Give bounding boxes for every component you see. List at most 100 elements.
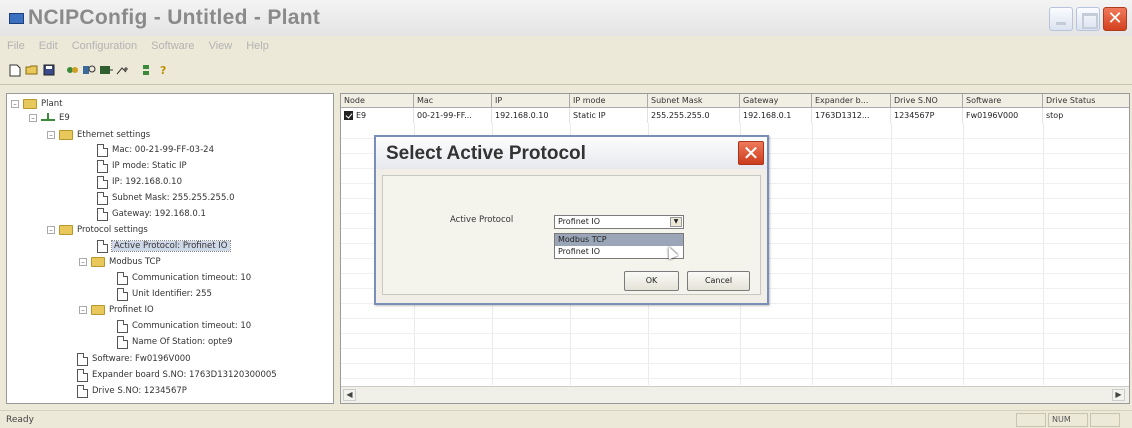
column-header[interactable]: IP [492,94,570,108]
tree-item-gateway[interactable]: Gateway: 192.168.0.1 [97,207,206,221]
collapse-icon[interactable]: – [47,131,55,139]
collapse-icon[interactable]: – [79,258,87,266]
tree-item-node[interactable]: – E9 [29,112,70,124]
tree-item-software[interactable]: Software: Fw0196V000 [77,352,191,366]
row-checkbox[interactable] [344,111,353,120]
status-text: Ready [6,415,34,425]
collapse-icon[interactable]: – [29,114,37,122]
document-icon [77,352,88,366]
download-icon[interactable] [99,63,113,77]
active-protocol-label: Active Protocol [450,215,514,225]
table-cell: Static IP [570,108,648,123]
find-icon[interactable] [82,63,96,77]
document-icon [97,175,108,189]
collapse-icon[interactable]: – [11,100,19,108]
menu-configuration[interactable]: Configuration [69,40,140,56]
tree-item-plant[interactable]: – Plant [11,98,62,110]
menu-edit[interactable]: Edit [36,40,61,56]
column-header[interactable]: Subnet Mask [648,94,740,108]
folder-icon [59,225,73,235]
select-protocol-dialog: Select Active Protocol ✕ Active Protocol… [374,135,769,305]
tree-panel[interactable]: – Plant – E9 – Ethernet settings Mac: 00… [6,93,334,404]
open-folder-icon[interactable] [25,63,39,77]
column-header[interactable]: Drive Status [1043,94,1129,108]
chevron-down-icon[interactable]: ▼ [670,217,682,227]
title-bar[interactable]: NCIPConfig - Untitled - Plant ✕ [0,0,1132,36]
window-title: NCIPConfig - Untitled - Plant [28,6,321,29]
upload-icon[interactable] [116,63,130,77]
maximize-button[interactable] [1076,7,1100,31]
protocol-dropdown-list: Modbus TCP Profinet IO [554,233,684,259]
table-cell: stop [1043,108,1129,123]
tree-item-station-name[interactable]: Name Of Station: opte9 [117,335,233,349]
tree-item-active-protocol[interactable]: Active Protocol: Profinet IO [97,239,231,253]
menu-view[interactable]: View [206,40,236,56]
scroll-right-icon[interactable]: ▶ [1112,389,1125,401]
tree-item-ethernet[interactable]: – Ethernet settings [47,129,150,141]
collapse-icon[interactable]: – [47,226,55,234]
svg-text:?: ? [160,64,166,76]
table-row[interactable]: E9 00-21-99-FF... 192.168.0.10 Static IP… [341,108,1129,123]
tree-item-ip[interactable]: IP: 192.168.0.10 [97,175,182,189]
toolbar: ? [8,61,170,79]
tree-item-modbus[interactable]: – Modbus TCP [79,256,161,268]
collapse-icon[interactable]: – [79,306,87,314]
document-icon [97,159,108,173]
table-cell: 255.255.255.0 [648,108,740,123]
protocol-select[interactable]: Profinet IO ▼ [554,215,684,229]
new-file-icon[interactable] [8,63,22,77]
column-header[interactable]: Gateway [740,94,812,108]
document-icon [97,143,108,157]
status-cell-blank [1016,413,1046,427]
tree-item-profinet-timeout[interactable]: Communication timeout: 10 [117,319,251,333]
menu-file[interactable]: File [4,40,28,56]
grid-header: Node Mac IP IP mode Subnet Mask Gateway … [341,94,1129,108]
tree-item-protocol[interactable]: – Protocol settings [47,224,148,236]
tree-item-modbus-timeout[interactable]: Communication timeout: 10 [117,271,251,285]
save-icon[interactable] [42,63,56,77]
menu-software[interactable]: Software [148,40,197,56]
tree-item-subnet[interactable]: Subnet Mask: 255.255.255.0 [97,191,234,205]
table-cell: 192.168.0.1 [740,108,812,123]
dialog-title-bar[interactable]: Select Active Protocol ✕ [376,137,767,169]
close-button[interactable]: ✕ [1103,7,1127,31]
cancel-button[interactable]: Cancel [687,271,750,291]
tree-item-unit-identifier[interactable]: Unit Identifier: 255 [117,287,212,301]
column-header[interactable]: Software [963,94,1043,108]
network-node-icon [41,113,55,123]
main-window: NCIPConfig - Untitled - Plant ✕ File Edi… [0,0,1132,428]
horizontal-scrollbar[interactable]: ◀ ▶ [341,386,1129,403]
minimize-button[interactable] [1049,7,1073,31]
document-icon [77,384,88,398]
column-header[interactable]: IP mode [570,94,648,108]
column-header[interactable]: Expander b... [812,94,891,108]
column-header[interactable]: Drive S.NO [891,94,963,108]
status-cell-blank [1090,413,1120,427]
document-icon [97,239,108,253]
tree-item-drive[interactable]: Drive S.NO: 1234567P [77,384,187,398]
column-header[interactable]: Node [341,94,414,108]
folder-icon [91,305,105,315]
scroll-left-icon[interactable]: ◀ [343,389,356,401]
table-cell: 192.168.0.10 [492,108,570,123]
menu-help[interactable]: Help [243,40,272,56]
tree-item-expander[interactable]: Expander board S.NO: 1763D13120300005 [77,368,277,382]
tree-item-mac[interactable]: Mac: 00-21-99-FF-03-24 [97,143,214,157]
app-icon [9,13,24,24]
folder-icon [91,257,105,267]
help-icon[interactable]: ? [156,63,170,77]
option-modbus-tcp[interactable]: Modbus TCP [555,234,683,246]
tree-item-ipmode[interactable]: IP mode: Static IP [97,159,187,173]
tree-item-profinet[interactable]: – Profinet IO [79,304,154,316]
network-icon[interactable] [139,63,153,77]
table-cell: 00-21-99-FF... [414,108,492,123]
document-icon [77,368,88,382]
ok-button[interactable]: OK [624,271,679,291]
column-header[interactable]: Mac [414,94,492,108]
document-icon [117,271,128,285]
document-icon [97,191,108,205]
document-icon [117,319,128,333]
dialog-close-button[interactable]: ✕ [738,141,764,165]
num-lock-indicator: NUM [1048,413,1088,427]
connect-icon[interactable] [65,63,79,77]
